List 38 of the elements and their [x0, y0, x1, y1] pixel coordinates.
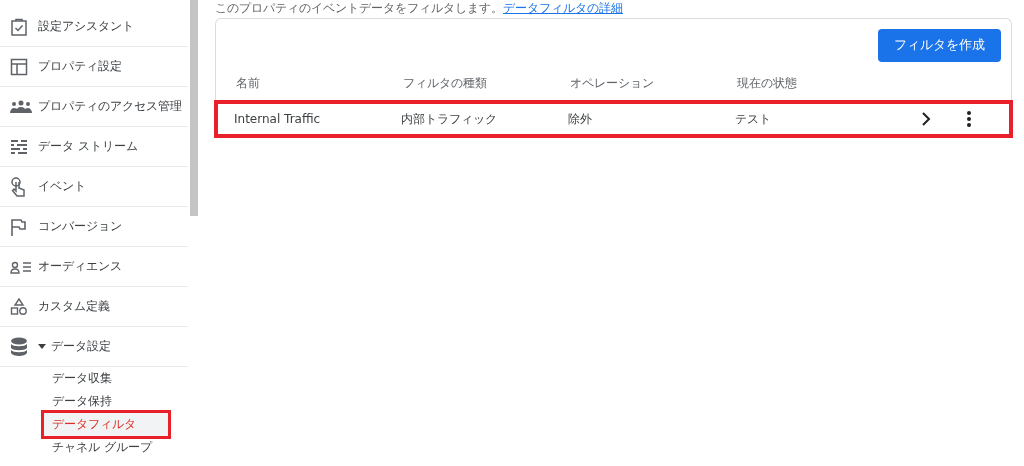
flag-icon — [10, 217, 26, 236]
more-vert-icon[interactable] — [967, 111, 971, 127]
table-cell-text: 除外 — [568, 110, 593, 128]
database-icon — [10, 336, 28, 357]
table-cell-text: Internal Traffic — [234, 112, 322, 126]
table-cell-text: 内部トラフィック — [401, 110, 498, 128]
description-text: このプロパティのイベントデータをフィルタします。データフィルタの詳細 — [215, 1, 624, 15]
sidebar-item[interactable]: コンバージョン — [0, 207, 188, 247]
caret-down-icon — [38, 344, 46, 349]
column-header: フィルタの種類 — [403, 75, 488, 91]
sidebar-item[interactable]: データ設定 — [0, 327, 188, 367]
create-filter-button[interactable]: フィルタを作成 — [878, 29, 1001, 62]
sidebar-item[interactable]: イベント — [0, 167, 188, 207]
sidebar-subitem[interactable]: データフィルタ — [44, 413, 168, 436]
sidebar-subitem[interactable]: チャネル グループ — [44, 436, 168, 459]
sidebar-item[interactable]: 設定アシスタント — [0, 7, 188, 47]
clipboard-check-icon — [10, 17, 28, 36]
sidebar-item[interactable]: カスタム定義 — [0, 287, 188, 327]
table-cell-text: テスト — [735, 110, 772, 128]
scrollbar-thumb[interactable] — [190, 0, 198, 216]
table-row[interactable]: Internal Traffic 内部トラフィック 除外 テスト — [214, 100, 1013, 138]
sidebar-item[interactable]: プロパティ設定 — [0, 47, 188, 87]
touch-icon — [10, 176, 26, 197]
people-icon — [10, 99, 32, 114]
column-header: 名前 — [236, 75, 261, 91]
column-header: 現在の状態 — [737, 75, 798, 91]
sidebar-item[interactable]: データ ストリーム — [0, 127, 188, 167]
column-header: オペレーション — [570, 75, 655, 91]
sidebar-subitem[interactable]: データ保持 — [44, 390, 168, 413]
audience-icon — [10, 259, 32, 274]
shapes-icon — [10, 297, 28, 316]
sidebar-item[interactable]: プロパティのアクセス管理 — [0, 87, 188, 127]
layout-icon — [10, 57, 28, 76]
sidebar-subitem[interactable]: データ収集 — [44, 367, 168, 390]
details-link[interactable]: データフィルタの詳細 — [503, 1, 623, 15]
streams-icon — [10, 138, 28, 155]
chevron-right-icon[interactable] — [921, 111, 931, 127]
sidebar-item[interactable]: オーディエンス — [0, 247, 188, 287]
